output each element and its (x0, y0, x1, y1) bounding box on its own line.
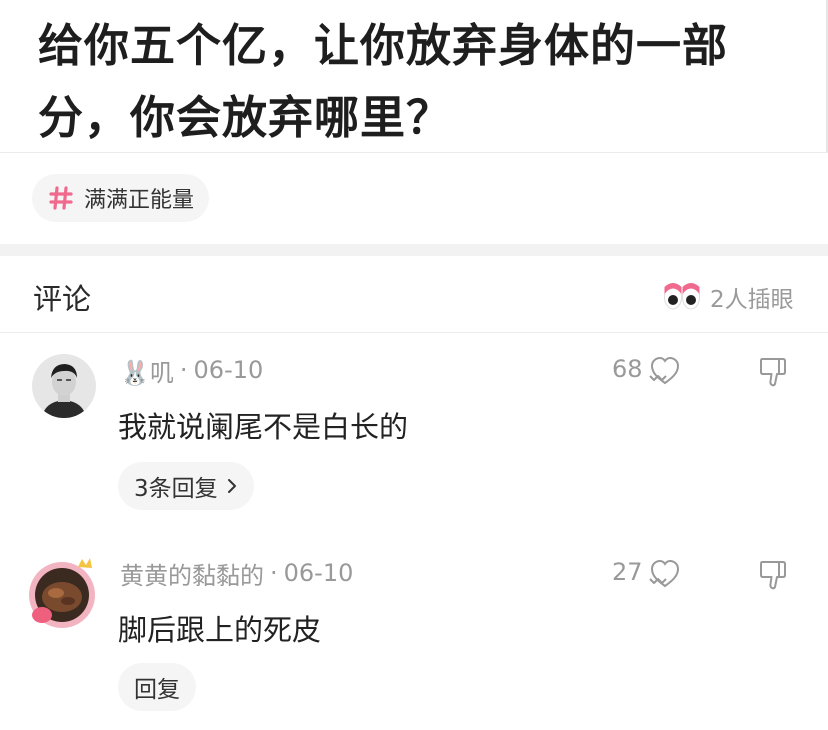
reply-label: 回复 (134, 677, 180, 703)
comment-item: 黄黄的黏黏的 · 06-10 脚后跟上的死皮 27 回复 (0, 557, 828, 717)
meta-separator: · (179, 356, 188, 384)
like-count: 68 (612, 355, 643, 383)
comments-header: 评论 2人插眼 (0, 256, 828, 333)
like-icon[interactable] (648, 557, 682, 591)
answer-page: 给你五个亿，让你放弃身体的一部分，你会放弃哪里？ 满满正能量 评论 2人插眼 🐰… (0, 0, 828, 730)
title-card-divider (0, 152, 828, 153)
meta-separator: · (270, 559, 278, 587)
reply-button[interactable]: 回复 (118, 663, 196, 711)
comment-meta: 黄黄的黏黏的 · 06-10 (120, 556, 354, 591)
author-name[interactable]: 黄黄的黏黏的 (120, 556, 264, 591)
topic-label: 满满正能量 (84, 188, 195, 213)
comment-text: 我就说阑尾不是白长的 (118, 410, 409, 444)
dislike-icon[interactable] (758, 559, 788, 591)
comment-meta: 🐰叽 · 06-10 (120, 353, 264, 388)
chevron-right-icon (227, 479, 236, 493)
comment-text: 脚后跟上的死皮 (118, 613, 322, 647)
section-divider (0, 244, 828, 256)
avatar[interactable] (26, 557, 100, 629)
comment-item: 🐰叽 · 06-10 我就说阑尾不是白长的 68 3条回复 (0, 354, 828, 524)
like-count: 27 (612, 558, 643, 586)
topic-tag[interactable]: 满满正能量 (32, 174, 210, 222)
replies-label: 3条回复 (134, 476, 218, 502)
replies-button[interactable]: 3条回复 (118, 462, 254, 510)
hash-icon (49, 186, 73, 210)
avatar[interactable] (32, 354, 96, 418)
question-title: 给你五个亿，让你放弃身体的一部分，你会放弃哪里？ (38, 19, 729, 144)
watchers-count[interactable]: 2人插眼 (710, 280, 794, 314)
dislike-icon[interactable] (758, 356, 788, 388)
comment-date: 06-10 (283, 559, 354, 587)
comments-title: 评论 (33, 282, 92, 316)
comment-date: 06-10 (193, 356, 264, 384)
author-name[interactable]: 🐰叽 (120, 353, 174, 388)
eyes-icon[interactable] (663, 281, 701, 311)
like-icon[interactable] (648, 354, 682, 388)
